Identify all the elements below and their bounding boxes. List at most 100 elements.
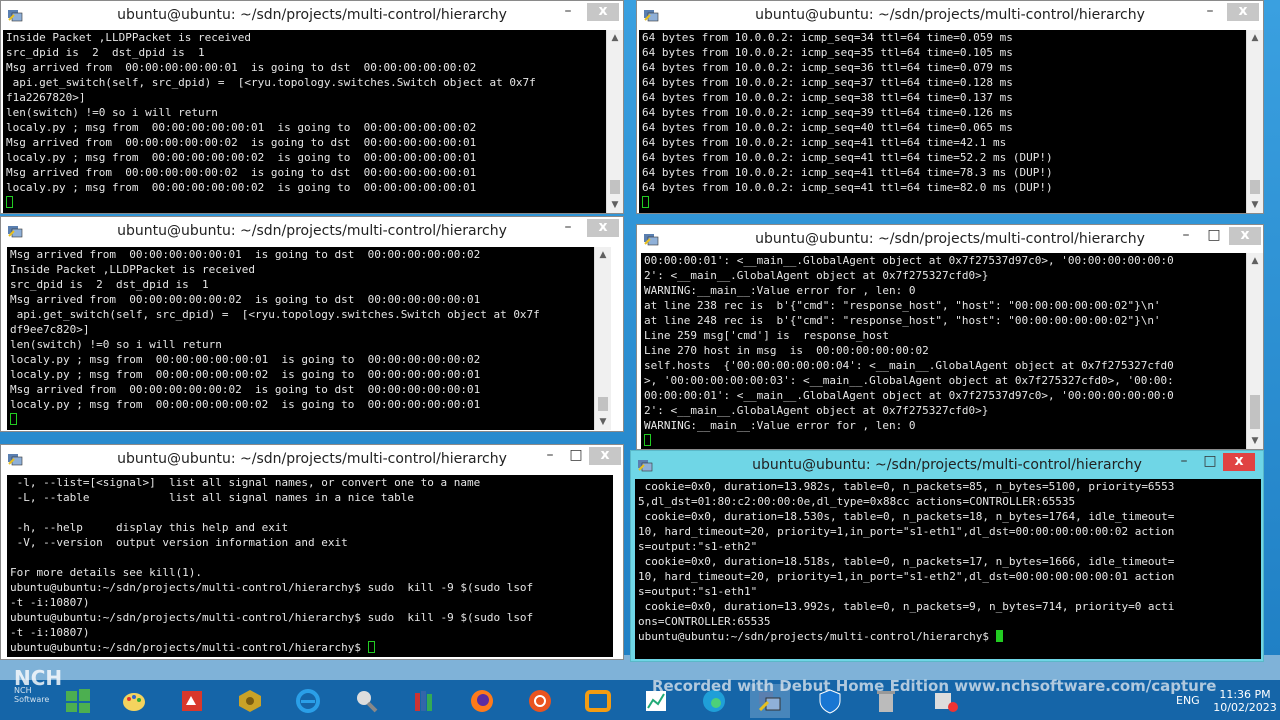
terminal-cursor — [644, 434, 651, 446]
minimize-button[interactable]: – — [555, 3, 581, 21]
terminal-output[interactable]: 00:00:00:01': <__main__.GlobalAgent obje… — [641, 253, 1263, 449]
scroll-thumb[interactable] — [1250, 180, 1260, 194]
scrollbar[interactable]: ▲ ▼ — [606, 30, 623, 213]
title-bar[interactable]: ubuntu@ubuntu: ~/sdn/projects/multi-cont… — [637, 225, 1263, 253]
scroll-down-icon[interactable]: ▼ — [595, 414, 611, 430]
ubuntu-icon[interactable] — [520, 684, 560, 718]
windows-start-icon[interactable] — [58, 684, 98, 718]
scroll-up-icon[interactable]: ▲ — [607, 30, 623, 46]
firefox-icon[interactable] — [462, 684, 502, 718]
window-title: ubuntu@ubuntu: ~/sdn/projects/multi-cont… — [117, 451, 507, 467]
security-icon[interactable] — [230, 684, 270, 718]
terminal-window-middle-right[interactable]: ubuntu@ubuntu: ~/sdn/projects/multi-cont… — [636, 224, 1264, 450]
terminal-line: 64 bytes from 10.0.0.2: icmp_seq=41 ttl=… — [642, 151, 1053, 164]
minimize-button[interactable]: – — [537, 447, 563, 465]
minimize-button[interactable]: – — [1173, 227, 1199, 245]
close-button[interactable]: x — [587, 3, 619, 21]
close-button[interactable]: x — [587, 219, 619, 237]
terminal-window-top-left[interactable]: ubuntu@ubuntu: ~/sdn/projects/multi-cont… — [0, 0, 624, 214]
title-bar[interactable]: ubuntu@ubuntu: ~/sdn/projects/multi-cont… — [1, 1, 623, 29]
books-icon[interactable] — [404, 684, 444, 718]
terminal-line: 64 bytes from 10.0.0.2: icmp_seq=40 ttl=… — [642, 121, 1013, 134]
terminal-window-top-right[interactable]: ubuntu@ubuntu: ~/sdn/projects/multi-cont… — [636, 0, 1264, 214]
scroll-thumb[interactable] — [598, 397, 608, 411]
scroll-down-icon[interactable]: ▼ — [1247, 197, 1263, 213]
close-button[interactable]: x — [589, 447, 621, 465]
scroll-down-icon[interactable]: ▼ — [607, 197, 623, 213]
close-button[interactable]: x — [1223, 453, 1255, 471]
minimize-button[interactable]: – — [1171, 453, 1197, 471]
terminal-line: 00:00:00:01': <__main__.GlobalAgent obje… — [644, 389, 1174, 402]
terminal-text: Msg arrived from 00:00:00:00:00:01 is go… — [7, 247, 611, 427]
tool-icon[interactable] — [346, 684, 386, 718]
terminal-line: 64 bytes from 10.0.0.2: icmp_seq=38 ttl=… — [642, 91, 1013, 104]
window-title: ubuntu@ubuntu: ~/sdn/projects/multi-cont… — [755, 7, 1145, 23]
terminal-text: 64 bytes from 10.0.0.2: icmp_seq=34 ttl=… — [639, 30, 1263, 210]
title-bar[interactable]: ubuntu@ubuntu: ~/sdn/projects/multi-cont… — [637, 1, 1263, 29]
terminal-line: s=output:"s1-eth2" — [638, 540, 758, 553]
terminal-line: Inside Packet ,LLDPPacket is received — [6, 31, 252, 44]
scrollbar[interactable]: ▲ ▼ — [1246, 253, 1263, 449]
terminal-line: WARNING:__main__:Value error for , len: … — [644, 419, 916, 432]
terminal-line: -h, --help display this help and exit — [10, 521, 289, 534]
clock[interactable]: 11:36 PM 10/02/2023 — [1212, 688, 1278, 714]
scroll-thumb[interactable] — [1250, 395, 1260, 429]
scroll-up-icon[interactable]: ▲ — [595, 247, 611, 263]
terminal-line: -l, --list=[<signal>] list all signal na… — [10, 476, 481, 489]
terminal-line: 10, hard_timeout=20, priority=1,in_port=… — [638, 570, 1175, 583]
internet-explorer-icon[interactable] — [288, 684, 328, 718]
vm-icon[interactable] — [578, 684, 618, 718]
minimize-button[interactable]: – — [555, 219, 581, 237]
terminal-line: For more details see kill(1). — [10, 566, 203, 579]
terminal-line: Msg arrived from 00:00:00:00:00:02 is go… — [6, 166, 477, 179]
clock-date: 10/02/2023 — [1213, 701, 1277, 714]
minimize-button[interactable]: – — [1197, 3, 1223, 21]
terminal-window-bottom-right[interactable]: ubuntu@ubuntu: ~/sdn/projects/multi-cont… — [630, 450, 1264, 662]
presentation-icon[interactable] — [172, 684, 212, 718]
terminal-line: 64 bytes from 10.0.0.2: icmp_seq=41 ttl=… — [642, 181, 1053, 194]
scrollbar[interactable]: ▲ ▼ — [1246, 30, 1263, 213]
window-title: ubuntu@ubuntu: ~/sdn/projects/multi-cont… — [752, 457, 1142, 473]
terminal-line: WARNING:__main__:Value error for , len: … — [644, 284, 916, 297]
terminal-line: api.get_switch(self, src_dpid) = [<ryu.t… — [10, 308, 540, 321]
terminal-line: 64 bytes from 10.0.0.2: icmp_seq=34 ttl=… — [642, 31, 1013, 44]
scrollbar[interactable]: ▲ ▼ — [594, 247, 611, 430]
terminal-output[interactable]: 64 bytes from 10.0.0.2: icmp_seq=34 ttl=… — [639, 30, 1263, 213]
terminal-line: Inside Packet ,LLDPPacket is received — [10, 263, 256, 276]
terminal-line: Msg arrived from 00:00:00:00:00:02 is go… — [10, 383, 481, 396]
scroll-down-icon[interactable]: ▼ — [1247, 433, 1263, 449]
paint-icon[interactable] — [114, 684, 154, 718]
terminal-line: 64 bytes from 10.0.0.2: icmp_seq=41 ttl=… — [642, 136, 1007, 149]
close-button[interactable]: x — [1227, 3, 1259, 21]
terminal-line: ubuntu@ubuntu:~/sdn/projects/multi-contr… — [10, 611, 534, 624]
terminal-line: 64 bytes from 10.0.0.2: icmp_seq=37 ttl=… — [642, 76, 1013, 89]
terminal-line: self.hosts {'00:00:00:00:00:04': <__main… — [644, 359, 1174, 372]
terminal-text: 00:00:00:01': <__main__.GlobalAgent obje… — [641, 253, 1263, 448]
scroll-up-icon[interactable]: ▲ — [1247, 253, 1263, 269]
scroll-thumb[interactable] — [610, 180, 620, 194]
terminal-output[interactable]: cookie=0x0, duration=13.982s, table=0, n… — [635, 479, 1261, 659]
terminal-output[interactable]: Msg arrived from 00:00:00:00:00:01 is go… — [7, 247, 611, 430]
window-title: ubuntu@ubuntu: ~/sdn/projects/multi-cont… — [755, 231, 1145, 247]
language-indicator[interactable]: ENG — [1176, 694, 1200, 707]
title-bar[interactable]: ubuntu@ubuntu: ~/sdn/projects/multi-cont… — [1, 445, 623, 473]
terminal-window-bottom-left[interactable]: ubuntu@ubuntu: ~/sdn/projects/multi-cont… — [0, 444, 624, 660]
terminal-line: len(switch) !=0 so i will return — [10, 338, 222, 351]
title-bar[interactable]: ubuntu@ubuntu: ~/sdn/projects/multi-cont… — [1, 217, 623, 245]
terminal-window-middle-left[interactable]: ubuntu@ubuntu: ~/sdn/projects/multi-cont… — [0, 216, 624, 432]
terminal-line: Line 259 msg['cmd'] is response_host — [644, 329, 890, 342]
title-bar[interactable]: ubuntu@ubuntu: ~/sdn/projects/multi-cont… — [631, 451, 1263, 479]
terminal-line: -V, --version output version information… — [10, 536, 348, 549]
terminal-line: ubuntu@ubuntu:~/sdn/projects/multi-contr… — [638, 630, 996, 643]
terminal-line: 2': <__main__.GlobalAgent object at 0x7f… — [644, 404, 989, 417]
maximize-button[interactable]: □ — [1197, 453, 1223, 471]
close-button[interactable]: x — [1229, 227, 1261, 245]
nch-logo: NCH NCH Software — [14, 666, 62, 704]
maximize-button[interactable]: □ — [1201, 227, 1227, 245]
terminal-text: Inside Packet ,LLDPPacket is received sr… — [3, 30, 623, 210]
terminal-line: cookie=0x0, duration=18.530s, table=0, n… — [638, 510, 1175, 523]
maximize-button[interactable]: □ — [563, 447, 589, 465]
terminal-output[interactable]: Inside Packet ,LLDPPacket is received sr… — [3, 30, 623, 213]
scroll-up-icon[interactable]: ▲ — [1247, 30, 1263, 46]
terminal-output[interactable]: -l, --list=[<signal>] list all signal na… — [7, 475, 613, 657]
